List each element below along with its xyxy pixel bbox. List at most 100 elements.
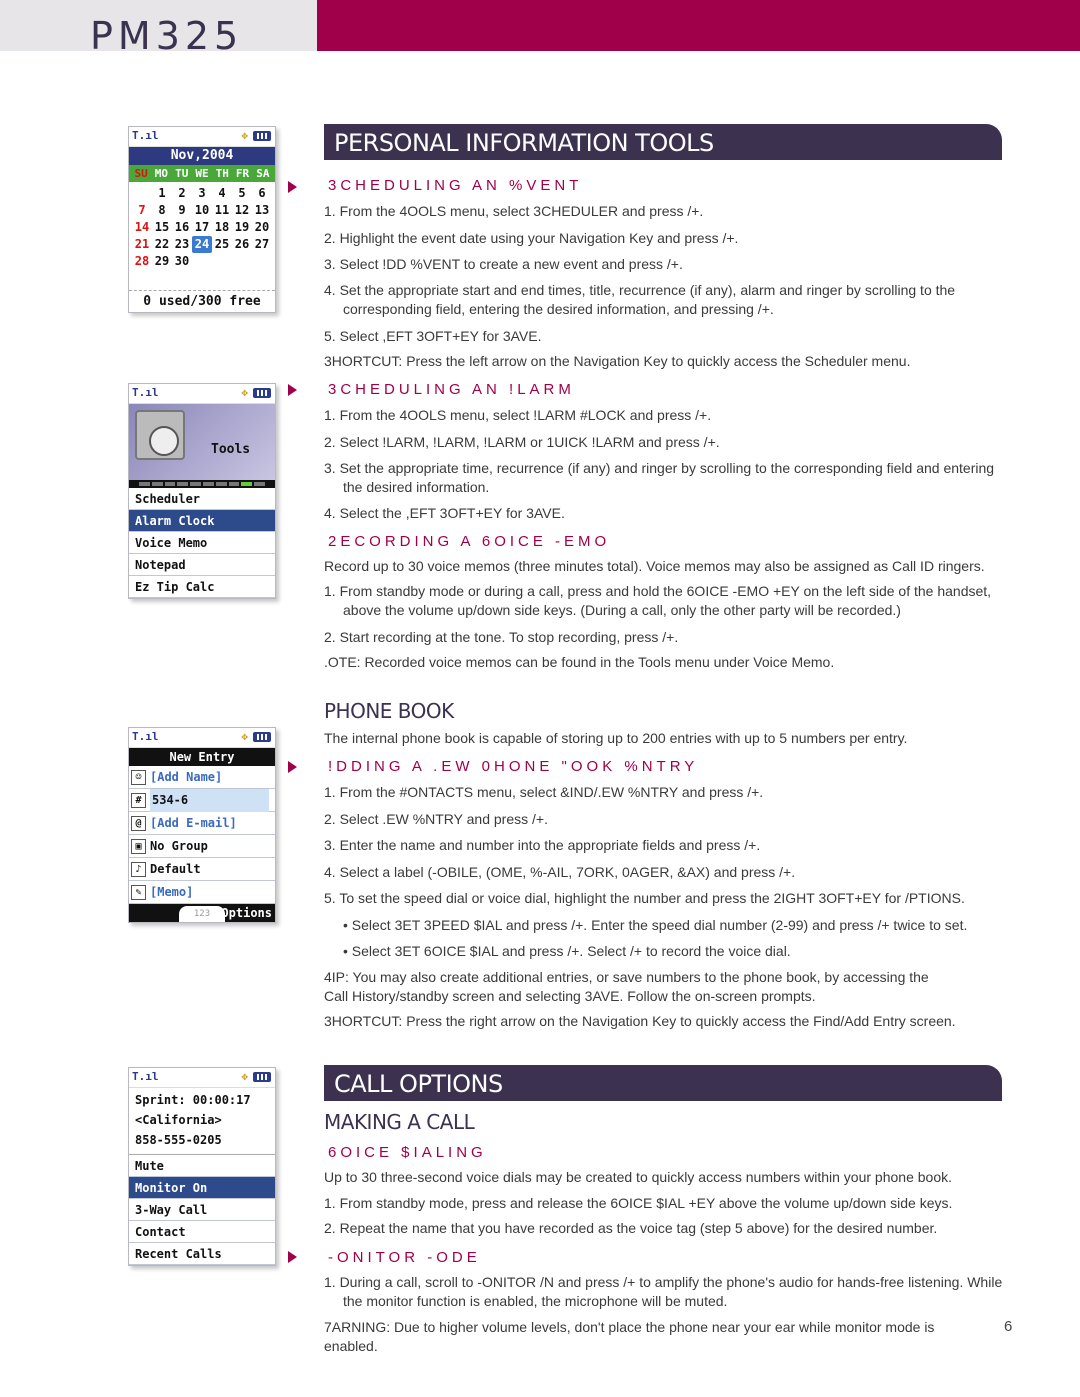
navigation-icon: ✥ xyxy=(241,730,248,743)
calendar-day[interactable]: 26 xyxy=(232,236,252,253)
menu-item[interactable]: 3-Way Call xyxy=(129,1199,275,1221)
calendar-day[interactable]: 24 xyxy=(192,236,212,253)
number-icon: # xyxy=(131,792,146,808)
add-step-3: 3. Enter the name and number into the ap… xyxy=(324,837,761,853)
calendar-day[interactable]: 29 xyxy=(152,253,172,270)
calendar-day[interactable]: 23 xyxy=(172,236,192,253)
calendar-day[interactable]: 17 xyxy=(192,219,212,236)
calendar-day[interactable]: 1 xyxy=(152,185,172,202)
navigation-icon: ✥ xyxy=(241,386,248,399)
navigation-icon: ✥ xyxy=(241,1070,248,1083)
battery-icon xyxy=(253,131,271,141)
calendar-weekdays: SU MO TU WE TH FR SA xyxy=(129,165,275,182)
alarm-step-4: 4. Select the ,EFT 3OFT+EY for 3AVE. xyxy=(324,505,565,521)
menu-item[interactable]: Alarm Clock xyxy=(129,510,275,532)
calendar-day[interactable]: 9 xyxy=(172,202,192,219)
calendar-day[interactable]: 4 xyxy=(212,185,232,202)
calendar-day[interactable]: 25 xyxy=(212,236,232,253)
status-bar: T.ıl ✥ xyxy=(129,127,275,147)
calendar-grid: 1 2 3 4 5 6 7 8 9 10 11 12 13 14 15 16 17 18 19 20 21 22 23 24 2… xyxy=(129,182,275,270)
calendar-day[interactable]: 5 xyxy=(232,185,252,202)
calendar-day[interactable]: 2 xyxy=(172,185,192,202)
status-bar: T.ıl ✥ xyxy=(129,1068,275,1088)
calendar-day[interactable]: 6 xyxy=(252,185,272,202)
calendar-day[interactable]: 14 xyxy=(132,219,152,236)
entry-field[interactable]: ✎ [Memo] xyxy=(129,881,275,904)
menu-item[interactable]: Notepad xyxy=(129,554,275,576)
section-banner-call-options: CALL OPTIONS xyxy=(324,1065,1002,1101)
calendar-day[interactable]: 3 xyxy=(192,185,212,202)
battery-icon xyxy=(253,1072,271,1082)
menu-item[interactable]: Ez Tip Calc xyxy=(129,576,275,598)
pointer-arrow-icon xyxy=(288,761,297,773)
voice-step-2: 2. Repeat the name that you have recorde… xyxy=(324,1220,938,1236)
entry-field[interactable]: ☺ [Add Name] xyxy=(129,766,275,789)
calendar-day[interactable]: 22 xyxy=(152,236,172,253)
memo-intro: Record up to 30 voice memos (three minut… xyxy=(324,558,985,574)
entry-field[interactable]: #534-6 xyxy=(129,788,275,812)
softkey-bar: 123 Options xyxy=(129,904,275,922)
event-step-2: 2. Highlight the event date using your N… xyxy=(324,230,739,246)
calendar-day[interactable]: 19 xyxy=(232,219,252,236)
monitor-step-1: 1. During a call, scroll to -ONITOR /N a… xyxy=(324,1274,1003,1309)
calendar-day[interactable]: 7 xyxy=(132,202,152,219)
menu-item[interactable]: Monitor On xyxy=(129,1177,275,1199)
heading-adding-entry: !DDING A .EW 0HONE "OOK %NTRY xyxy=(328,758,699,775)
tools-screen: T.ıl ✥ Tools Scheduler Alarm Clock Voice M… xyxy=(128,383,276,599)
battery-icon xyxy=(253,732,271,742)
heading-voice-memo: 2ECORDING A 6OICE -EMO xyxy=(328,533,611,550)
event-step-4: 4. Set the appropriate start and end tim… xyxy=(324,282,956,317)
calendar-blank xyxy=(132,185,152,202)
calendar-month: Nov,2004 xyxy=(129,147,275,165)
tools-title: Tools xyxy=(211,442,251,457)
phonebook-tip: 4IP: You may also create additional entr… xyxy=(324,969,929,1004)
heading-voice-dialing: 6OICE $IALING xyxy=(328,1144,487,1161)
weekday-label: SU xyxy=(134,167,148,180)
page-number: 6 xyxy=(1004,1318,1013,1335)
calendar-day[interactable]: 21 xyxy=(132,236,152,253)
calendar-day[interactable]: 20 xyxy=(252,219,272,236)
calendar-day[interactable]: 30 xyxy=(172,253,192,270)
phonebook-intro: The internal phone book is capable of st… xyxy=(324,730,908,746)
calendar-day[interactable]: 28 xyxy=(132,253,152,270)
add-bullet-speed-dial: • Select 3ET 3PEED $IAL and press /+. En… xyxy=(343,917,968,933)
call-info: Sprint: 00:00:17 <California> 858-555-02… xyxy=(129,1088,275,1155)
event-shortcut: 3HORTCUT: Press the left arrow on the Na… xyxy=(324,353,911,369)
signal-icon: T.ıl xyxy=(132,730,159,743)
calendar-day[interactable]: 11 xyxy=(212,202,232,219)
menu-page-indicator xyxy=(129,480,275,488)
calendar-day[interactable]: 10 xyxy=(192,202,212,219)
status-bar: T.ıl ✥ xyxy=(129,384,275,404)
pointer-arrow-icon xyxy=(288,181,297,193)
calendar-day[interactable]: 8 xyxy=(152,202,172,219)
calendar-day[interactable]: 15 xyxy=(152,219,172,236)
calendar-day[interactable]: 13 xyxy=(252,202,272,219)
call-number: 858-555-0205 xyxy=(135,1133,222,1147)
menu-item[interactable]: Mute xyxy=(129,1155,275,1177)
memo-step-2: 2. Start recording at the tone. To stop … xyxy=(324,629,679,645)
entry-title: New Entry xyxy=(129,748,275,766)
signal-icon: T.ıl xyxy=(132,129,159,142)
add-step-5: 5. To set the speed dial or voice dial, … xyxy=(324,890,965,906)
calendar-day[interactable]: 18 xyxy=(212,219,232,236)
bell-icon: ♪ xyxy=(131,861,146,877)
status-bar: T.ıl ✥ xyxy=(129,728,275,748)
new-entry-screen: T.ıl ✥ New Entry ☺ [Add Name] #534-6 @ [Add … xyxy=(128,727,276,923)
input-mode: 123 xyxy=(179,906,225,922)
menu-item[interactable]: Recent Calls xyxy=(129,1243,275,1265)
calendar-day[interactable]: 27 xyxy=(252,236,272,253)
entry-field[interactable]: ♪ Default xyxy=(129,858,275,881)
entry-field[interactable]: @ [Add E-mail] xyxy=(129,812,275,835)
menu-item[interactable]: Voice Memo xyxy=(129,532,275,554)
heading-monitor-mode: -ONITOR -ODE xyxy=(328,1249,481,1266)
memo-step-1: 1. From standby mode or during a call, p… xyxy=(324,583,992,618)
options-softkey[interactable]: Options xyxy=(221,904,272,922)
calendar-day[interactable]: 16 xyxy=(172,219,192,236)
alarm-step-3: 3. Set the appropriate time, recurrence … xyxy=(324,460,995,495)
calendar-day[interactable]: 12 xyxy=(232,202,252,219)
entry-field[interactable]: ▣ No Group xyxy=(129,835,275,858)
menu-item[interactable]: Scheduler xyxy=(129,488,275,510)
voice-intro: Up to 30 three-second voice dials may be… xyxy=(324,1169,953,1185)
heading-phone-book: PHONE BOOK xyxy=(324,699,454,723)
menu-item[interactable]: Contact xyxy=(129,1221,275,1243)
